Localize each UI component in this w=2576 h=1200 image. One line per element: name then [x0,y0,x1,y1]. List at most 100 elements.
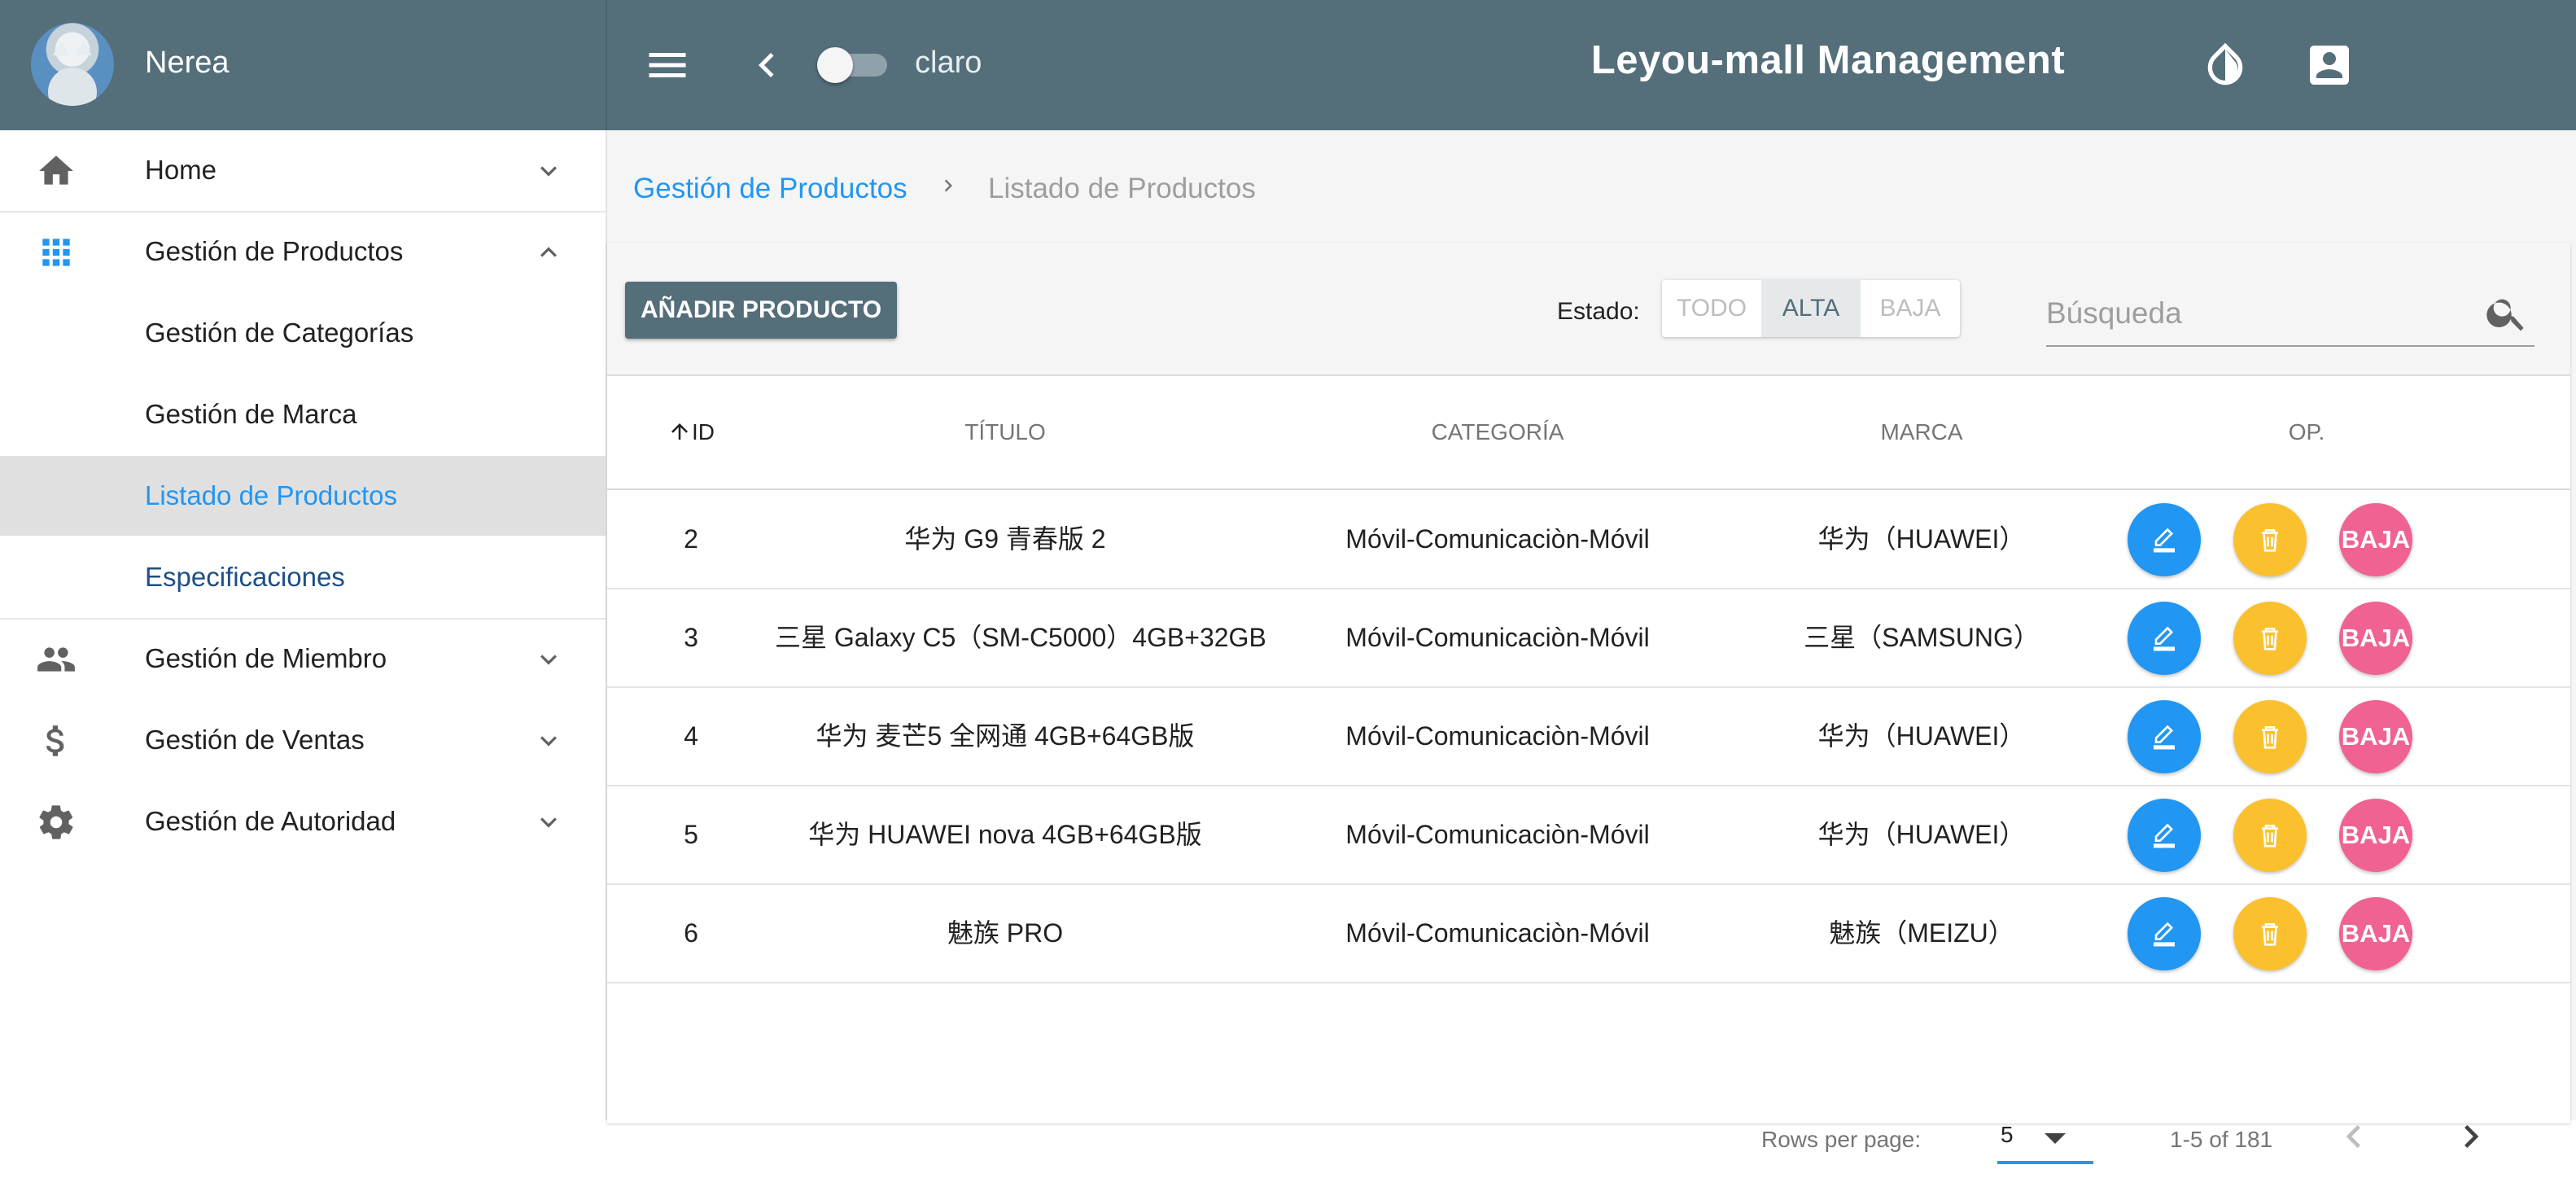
cell-category: Móvil-Comunicaciòn-Móvil [1345,820,1650,849]
edit-button[interactable] [2128,602,2201,675]
hamburger-menu-icon [649,53,686,77]
theme-label: claro [915,46,982,80]
cell-id: 2 [684,524,698,554]
sidebar-item-label: Gestión de Autoridad [145,806,396,836]
edit-button[interactable] [2128,799,2201,872]
cell-brand: 华为（HUAWEI） [1817,524,2026,554]
cell-brand: 魅族（MEIZU） [1829,918,2014,948]
estado-option-baja[interactable]: BAJA [1861,280,1960,337]
search-placeholder: Búsqueda [2046,296,2182,330]
cell-title: 华为 G9 青春版 2 [904,524,1106,554]
delete-button[interactable] [2233,602,2307,675]
chevron-right-icon [944,179,952,192]
chevron-up-icon [540,247,557,257]
search-input[interactable]: Búsqueda [2046,275,2534,347]
trash-icon [2262,628,2278,650]
table-row: 2 华为 G9 青春版 2 Móvil-Comunicaciòn-Móvil 华为（H… [607,490,2570,589]
dropdown-arrow-icon [2045,1133,2066,1144]
trash-icon [2262,825,2278,847]
column-header-id[interactable]: ID [607,376,775,488]
column-header-op: OP. [2288,419,2325,445]
menu-button[interactable] [643,41,692,90]
add-product-button[interactable]: AÑADIR PRODUCTO [625,282,897,339]
sidebar-item-home[interactable]: Home [0,130,606,210]
column-header-brand[interactable]: MARCA [1760,376,2084,488]
cell-title: 华为 HUAWEI nova 4GB+64GB版 [808,820,1202,849]
home-icon [39,155,73,185]
sidebar-item-ventas[interactable]: Gestión de Ventas [0,700,606,780]
cell-brand: 华为（HUAWEI） [1817,721,2026,751]
sidebar-item-marca[interactable]: Gestión de Marca [0,374,606,454]
sidebar-item-listado-productos[interactable]: Listado de Productos [0,456,606,536]
baja-button[interactable]: BAJA [2339,602,2412,675]
user-name: Nerea [145,46,230,80]
table-toolbar: AÑADIR PRODUCTO Estado: TODO ALTA BAJA B… [607,243,2570,376]
sidebar-item-categorias[interactable]: Gestión de Categorías [0,293,606,373]
cell-category: Móvil-Comunicaciòn-Móvil [1345,918,1650,948]
baja-button[interactable]: BAJA [2339,897,2412,970]
invert-colors-icon [2207,42,2243,85]
invert-colors-button[interactable] [2199,39,2251,91]
search-icon[interactable] [2484,290,2530,335]
table-header: ID TÍTULO CATEGORÍA MARCA OP. [607,376,2570,490]
rows-per-page-label: Rows per page: [1761,1127,1922,1152]
products-card: AÑADIR PRODUCTO Estado: TODO ALTA BAJA B… [607,243,2570,1164]
sidebar-item-label: Home [145,155,217,185]
baja-button[interactable]: BAJA [2339,799,2412,872]
breadcrumb-link-productos[interactable]: Gestión de Productos [633,173,908,205]
apps-grid-icon [42,239,70,266]
collapse-sidebar-button[interactable] [742,41,791,90]
pencil-icon [2154,922,2175,947]
delete-button[interactable] [2233,503,2307,576]
cell-brand: 三星（SAMSUNG） [1804,623,2040,652]
sidebar-item-autoridad[interactable]: Gestión de Autoridad [0,782,606,861]
delete-button[interactable] [2233,700,2307,773]
next-page-button[interactable] [2448,1114,2494,1159]
app-title: Leyou-mall Management [1590,38,2066,82]
theme-toggle[interactable] [817,47,890,83]
pencil-icon [2154,626,2175,651]
sidebar-item-label: Gestión de Productos [145,236,404,266]
delete-button[interactable] [2233,799,2307,872]
sidebar: Home Gestión de Productos Gestión de Cat… [0,130,607,1120]
cell-category: Móvil-Comunicaciòn-Móvil [1345,524,1650,554]
account-button[interactable] [2303,39,2355,91]
column-header-title[interactable]: TÍTULO [775,376,1236,488]
sidebar-header: Nerea [0,0,607,130]
table-row: 4 华为 麦芒5 全网通 4GB+64GB版 Móvil-Comunicaciòn-… [607,687,2570,786]
estado-option-alta[interactable]: ALTA [1761,280,1861,337]
sidebar-item-productos[interactable]: Gestión de Productos [0,212,606,291]
cell-id: 4 [684,721,698,751]
avatar[interactable] [31,23,114,106]
baja-button[interactable]: BAJA [2339,700,2412,773]
gear-icon [39,805,73,839]
dollar-icon [46,725,64,756]
edit-button[interactable] [2128,503,2201,576]
estado-label: Estado: [1557,298,1640,325]
estado-option-todo[interactable]: TODO [1662,280,1761,337]
cell-title: 魅族 PRO [947,918,1064,948]
edit-button[interactable] [2128,700,2201,773]
sidebar-item-miembro[interactable]: Gestión de Miembro [0,619,606,699]
account-box-icon [2310,46,2349,85]
sidebar-item-label: Gestión de Marca [145,399,357,429]
cell-brand: 华为（HUAWEI） [1817,820,2026,849]
chevron-down-icon [540,655,557,665]
edit-button[interactable] [2128,897,2201,970]
trash-icon [2262,726,2278,749]
sidebar-item-label: Listado de Productos [145,480,398,510]
estado-filter: TODO ALTA BAJA [1662,280,1960,337]
delete-button[interactable] [2233,897,2307,970]
sidebar-item-label: Gestión de Ventas [145,725,365,755]
chevron-left-icon [2346,1125,2360,1148]
cell-id: 6 [684,918,698,948]
baja-button[interactable]: BAJA [2339,503,2412,576]
trash-icon [2262,923,2278,946]
previous-page-button[interactable] [2331,1114,2377,1159]
table-row: 6 魅族 PRO Móvil-Comunicaciòn-Móvil 魅族（MEIZU）… [607,884,2570,983]
pencil-icon [2154,823,2175,848]
breadcrumb-separator [936,171,960,208]
column-header-category[interactable]: CATEGORÍA [1236,376,1760,488]
cell-category: Móvil-Comunicaciòn-Móvil [1345,623,1650,652]
sidebar-item-especificaciones[interactable]: Especificaciones [0,537,606,617]
